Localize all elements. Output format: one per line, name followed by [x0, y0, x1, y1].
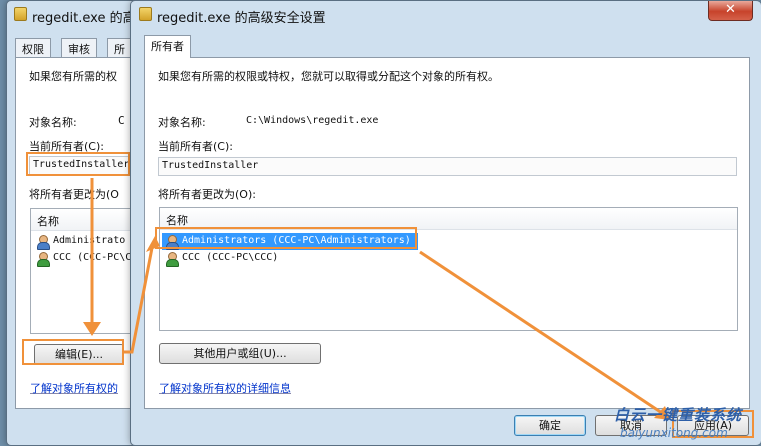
tab-permissions[interactable]: 权限: [15, 38, 51, 58]
owner-list[interactable]: 名称 Administrators (CCC-PC\Administrators…: [159, 207, 738, 331]
ok-button[interactable]: 确定: [514, 415, 586, 436]
front-window-title: regedit.exe 的高级安全设置: [157, 11, 326, 26]
user-group-icon: [165, 235, 179, 250]
watermark-brand: 白云一键重装系统: [614, 406, 743, 424]
current-owner-field[interactable]: TrustedInstaller: [158, 157, 737, 176]
list-item-ccc[interactable]: CCC (CCC-PC\CCC): [162, 250, 735, 267]
object-name-value: C:\Windows\regedit.exe: [246, 115, 379, 126]
front-info-text: 如果您有所需的权限或特权，您就可以取得或分配这个对象的所有权。: [158, 70, 499, 83]
front-panel: 如果您有所需的权限或特权，您就可以取得或分配这个对象的所有权。 对象名称: C:…: [144, 57, 750, 409]
back-info-text: 如果您有所需的权: [29, 70, 117, 83]
folder-icon: [14, 7, 27, 21]
object-name-label: 对象名称:: [158, 116, 206, 129]
back-object-name-value: C: [118, 114, 125, 127]
edit-button[interactable]: 编辑(E)...: [34, 344, 124, 365]
other-users-button[interactable]: 其他用户或组(U)...: [159, 343, 321, 364]
list-item-label: Administrators (CCC-PC\Administrators): [182, 235, 411, 246]
front-window: regedit.exe 的高级安全设置 ✕ 所有者 如果您有所需的权限或特权，您…: [130, 0, 761, 446]
back-object-name-label: 对象名称:: [29, 116, 77, 129]
change-owner-label: 将所有者更改为(O):: [158, 188, 256, 201]
list-item-label: Administrato: [53, 235, 126, 246]
list-item-label: CCC (CCC-PC\C: [53, 252, 132, 263]
back-learn-link[interactable]: 了解对象所有权的: [30, 380, 118, 396]
list-item-label: CCC (CCC-PC\CCC): [182, 252, 279, 263]
close-button[interactable]: ✕: [708, 1, 753, 21]
tab-owner[interactable]: 所有者: [144, 35, 191, 58]
back-change-owner-label: 将所有者更改为(O: [29, 188, 119, 201]
list-item-administrators[interactable]: Administrators (CCC-PC\Administrators): [162, 233, 418, 250]
watermark-url: baiyunxitong.com: [620, 426, 728, 440]
current-owner-label: 当前所有者(C):: [158, 140, 233, 153]
front-tabs: 所有者: [144, 35, 204, 58]
learn-ownership-link[interactable]: 了解对象所有权的详细信息: [159, 380, 291, 396]
list-header-name[interactable]: 名称: [160, 208, 737, 230]
user-group-icon: [36, 235, 50, 250]
folder-icon: [139, 7, 152, 21]
user-icon: [36, 252, 50, 267]
tab-owner[interactable]: 所: [107, 38, 132, 58]
back-current-owner-label: 当前所有者(C):: [29, 140, 104, 153]
tab-auditing[interactable]: 审核: [61, 38, 97, 58]
front-window-titlebar[interactable]: regedit.exe 的高级安全设置 ✕: [131, 1, 761, 29]
user-icon: [165, 252, 179, 267]
